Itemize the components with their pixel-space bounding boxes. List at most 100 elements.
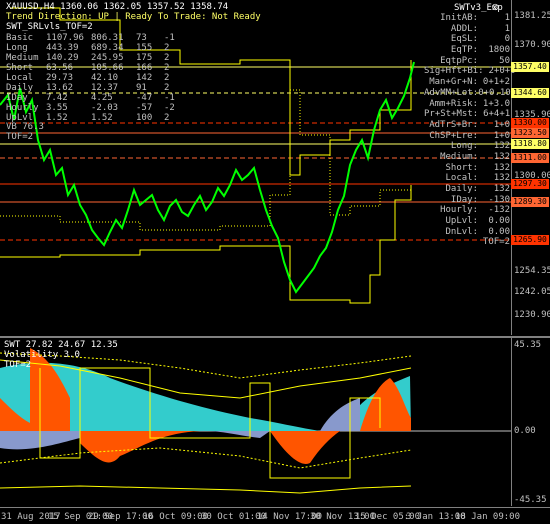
stats-cell-value: 2: [164, 53, 170, 63]
ea-setting-row: Medium: 132: [424, 152, 510, 163]
blue-area: [200, 430, 270, 438]
price-tick: 1230.90: [514, 310, 550, 320]
stats-cell-label: Short: [6, 63, 34, 73]
stats-cell-label: Long: [6, 43, 28, 53]
sub-axis-top: 45.35: [514, 340, 542, 350]
ea-setting-row: UpLvl: 0.00: [424, 216, 510, 227]
price-tag: 1330.00: [511, 118, 549, 128]
price-axis: 1381.25 1370.90 1335.90 1300.00 1254.35 …: [511, 0, 550, 335]
ea-setting-row: IDay: -130: [424, 195, 510, 206]
ea-setting-row: Hourly: -132: [424, 205, 510, 216]
ea-setting-value: 1: [504, 23, 510, 34]
stats-cell-value: 155: [136, 43, 153, 53]
price-tag: 1323.50: [511, 128, 549, 138]
stats-cell-value: -2: [164, 103, 175, 113]
stats-cell-value: 1.52: [46, 113, 68, 123]
orange-area: [30, 348, 70, 431]
sub-subtitle2: TOF=2: [4, 360, 32, 370]
sub-axis-bottom: -45.35: [514, 495, 547, 505]
ea-setting-value: 132: [493, 151, 510, 162]
ea-setting-row: ChSP+Lre: 1+0: [424, 131, 510, 142]
stats-cell-value: -1: [164, 93, 175, 103]
price-tag: 1265.90: [511, 235, 549, 245]
ea-setting-value: 132: [493, 162, 510, 173]
ea-setting-label: UpLvl:: [445, 216, 478, 227]
ea-setting-value: 1+0: [493, 119, 510, 130]
sub-window[interactable]: SWT 27.82 24.67 12.35 Volatility 3.0 TOF…: [0, 338, 512, 506]
sub-axis-zero: 0.00: [514, 426, 536, 436]
ea-setting-label: Daily:: [445, 184, 478, 194]
ea-setting-row: Sig+Hft+Bi: 2+0+0: [424, 66, 516, 77]
ea-setting-value: 0.00: [488, 226, 510, 237]
stats-cell-value: 140.29: [46, 53, 79, 63]
stats-cell-value: 7.42: [46, 93, 68, 103]
sub-title: SWT 27.82 24.67 12.35: [4, 340, 118, 350]
oscillator-svg: [0, 348, 511, 494]
price-tag: 1311.00: [511, 153, 549, 163]
price-tick: 1381.25: [514, 11, 550, 21]
ea-setting-row: TOF=2: [424, 237, 510, 248]
main-chart[interactable]: XAUUSD,H4 1360.06 1362.05 1357.52 1358.7…: [0, 0, 516, 335]
envelope-line: [0, 485, 412, 494]
stats-cell-value: 12.37: [91, 83, 119, 93]
ea-setting-value: 0+0.10: [478, 87, 511, 98]
ea-settings-panel: InitAB: 1 ADDL: 1 EqSL: 0 EqTP: 1800 EqtpPc: 50 Si…: [424, 13, 516, 248]
ea-setting-value: 50: [499, 55, 510, 66]
ea-setting-value: -132: [488, 205, 510, 216]
stats-cell-value: 2: [164, 43, 170, 53]
ea-setting-label: Sig+Hft+Bi:: [424, 66, 484, 77]
ea-setting-value: TOF=2: [482, 237, 510, 248]
ea-setting-value: 132: [493, 173, 510, 184]
ea-setting-label: AdTrS+Br:: [429, 119, 478, 130]
ea-setting-label: Long:: [450, 141, 478, 152]
ea-setting-row: DnLvl: 0.00: [424, 227, 510, 238]
stats-cell-value: -57: [136, 103, 153, 113]
stats-cell-value: -2.03: [91, 103, 119, 113]
stats-cell-value: 175: [136, 53, 153, 63]
sub-subtitle: Volatility 3.0: [4, 350, 80, 360]
ea-setting-label: EqTP:: [450, 45, 478, 56]
stats-cell-value: 100: [136, 113, 153, 123]
price-tick: 1370.90: [514, 40, 550, 50]
left-extra: VB 76.3 TOF=2: [6, 122, 44, 142]
ea-setting-row: InitAB: 1: [424, 13, 510, 24]
ea-setting-label: EqSL:: [450, 34, 478, 45]
stats-cell-value: 4.25: [91, 93, 113, 103]
ea-setting-value: 6+4+1: [483, 109, 511, 120]
price-tag: 1297.30: [511, 179, 549, 189]
stats-cell-value: 142: [136, 73, 153, 83]
ea-setting-value: 132: [493, 184, 510, 194]
stats-cell-value: 1107.96: [46, 33, 84, 43]
ea-setting-value: 0: [504, 34, 510, 45]
time-tick: 18 Jan 09:00: [455, 512, 521, 522]
ea-setting-label: Medium:: [440, 151, 478, 162]
ea-setting-row: Pr+St+Mst: 6+4+1: [424, 109, 510, 120]
stats-cell-value: 73: [136, 33, 147, 43]
ea-setting-row: Amm+Risk: 1+3.0: [424, 99, 510, 110]
stats-cell-value: 2: [164, 73, 170, 83]
stats-cell-label: Local: [6, 73, 34, 83]
stats-cell-value: 1.52: [91, 113, 113, 123]
stats-cell-label: IDay: [6, 93, 28, 103]
stats-cell-label: Basic: [6, 33, 34, 43]
ea-setting-value: -130: [488, 194, 510, 205]
lower-band: [0, 185, 412, 304]
ea-setting-label: ADDL:: [450, 23, 478, 34]
stats-cell-value: 245.95: [91, 53, 124, 63]
stats-cell-value: 91: [136, 83, 147, 93]
ea-setting-row: Man+Gr+N: 0+1+2: [424, 77, 510, 88]
trend-status: Trend Direction: UP | Ready To Trade: No…: [6, 12, 261, 22]
ea-setting-label: Pr+St+Mst:: [424, 109, 479, 120]
ea-setting-value: 132: [493, 141, 510, 152]
stats-cell-value: 806.31: [91, 33, 124, 43]
ea-setting-row: EqTP: 1800: [424, 45, 510, 56]
ea-setting-value: 0.00: [488, 216, 510, 227]
ea-setting-row: EqSL: 0: [424, 34, 510, 45]
stats-cell-label: Medium: [6, 53, 39, 63]
ea-setting-row: AdTrS+Br: 1+0: [424, 120, 510, 131]
ea-setting-label: Short:: [445, 162, 478, 173]
stats-cell-value: 2: [164, 83, 170, 93]
ea-setting-label: Local:: [445, 173, 478, 184]
ea-setting-label: AdvMM+Lot:: [424, 87, 479, 98]
ea-setting-value: 1: [504, 13, 510, 23]
